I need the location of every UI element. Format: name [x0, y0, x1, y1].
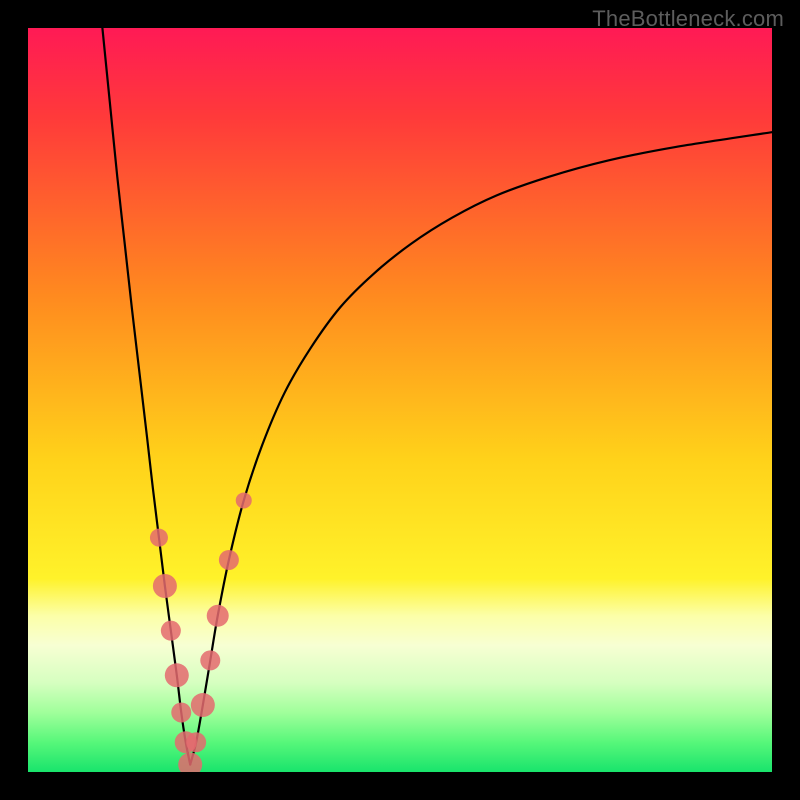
highlight-dot [171, 702, 191, 722]
highlight-dot [207, 605, 229, 627]
highlight-dot [150, 529, 168, 547]
highlight-dot [200, 650, 220, 670]
highlight-dot [153, 574, 177, 598]
highlight-dot [161, 621, 181, 641]
chart-background [28, 28, 772, 772]
highlight-dot [165, 663, 189, 687]
highlight-dot [236, 492, 252, 508]
highlight-dot [219, 550, 239, 570]
bottleneck-chart [28, 28, 772, 772]
highlight-dot [191, 693, 215, 717]
highlight-dot [186, 732, 206, 752]
chart-frame: TheBottleneck.com [0, 0, 800, 800]
